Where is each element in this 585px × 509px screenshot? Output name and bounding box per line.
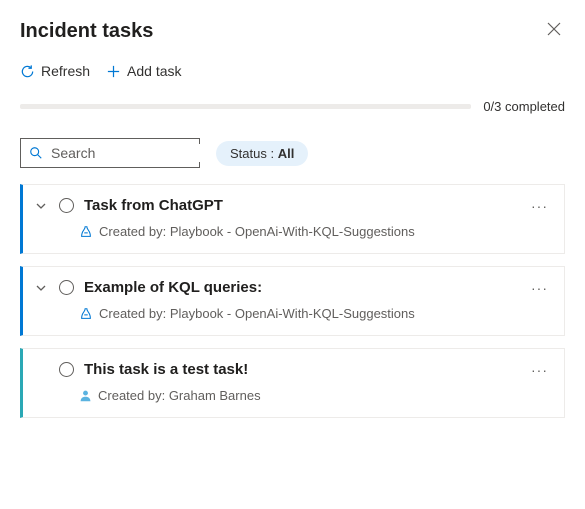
- task-more-button[interactable]: ···: [529, 198, 550, 214]
- add-task-button[interactable]: Add task: [106, 63, 181, 79]
- task-list: Task from ChatGPT ··· Created by: Playbo…: [20, 184, 565, 418]
- search-input-wrapper[interactable]: [20, 138, 200, 168]
- search-input[interactable]: [49, 144, 234, 162]
- task-card: Example of KQL queries: ··· Created by: …: [20, 266, 565, 336]
- search-icon: [29, 146, 43, 160]
- task-more-button[interactable]: ···: [529, 280, 550, 296]
- task-title: Task from ChatGPT: [84, 197, 519, 214]
- more-icon: ···: [531, 362, 548, 378]
- progress-bar: [20, 104, 471, 109]
- chevron-down-icon: [35, 282, 47, 294]
- refresh-icon: [20, 64, 35, 79]
- task-created-by: Created by: Graham Barnes: [98, 388, 261, 403]
- progress-text: 0/3 completed: [483, 99, 565, 114]
- task-created-by: Created by: Playbook - OpenAi-With-KQL-S…: [99, 224, 415, 239]
- refresh-label: Refresh: [41, 63, 90, 79]
- task-status-circle[interactable]: [59, 280, 74, 295]
- more-icon: ···: [531, 198, 548, 214]
- refresh-button[interactable]: Refresh: [20, 63, 90, 79]
- status-filter-label: Status :: [230, 146, 278, 161]
- task-more-button[interactable]: ···: [529, 362, 550, 378]
- more-icon: ···: [531, 280, 548, 296]
- task-card: Task from ChatGPT ··· Created by: Playbo…: [20, 184, 565, 254]
- plus-icon: [106, 64, 121, 79]
- progress-row: 0/3 completed: [20, 99, 565, 114]
- status-filter-value: All: [278, 146, 295, 161]
- task-status-circle[interactable]: [59, 362, 74, 377]
- task-title: Example of KQL queries:: [84, 279, 519, 296]
- playbook-icon: [79, 225, 93, 239]
- user-icon: [79, 389, 92, 402]
- chevron-down-icon: [35, 200, 47, 212]
- expand-toggle[interactable]: [33, 200, 49, 212]
- task-status-circle[interactable]: [59, 198, 74, 213]
- close-icon: [547, 22, 561, 36]
- command-bar: Refresh Add task: [20, 63, 565, 79]
- status-filter[interactable]: Status : All: [216, 141, 308, 166]
- add-task-label: Add task: [127, 63, 181, 79]
- task-title: This task is a test task!: [84, 361, 519, 378]
- playbook-icon: [79, 307, 93, 321]
- expand-toggle[interactable]: [33, 282, 49, 294]
- task-created-by: Created by: Playbook - OpenAi-With-KQL-S…: [99, 306, 415, 321]
- close-button[interactable]: [543, 18, 565, 45]
- page-title: Incident tasks: [20, 20, 153, 43]
- task-card: This task is a test task! ··· Created by…: [20, 348, 565, 418]
